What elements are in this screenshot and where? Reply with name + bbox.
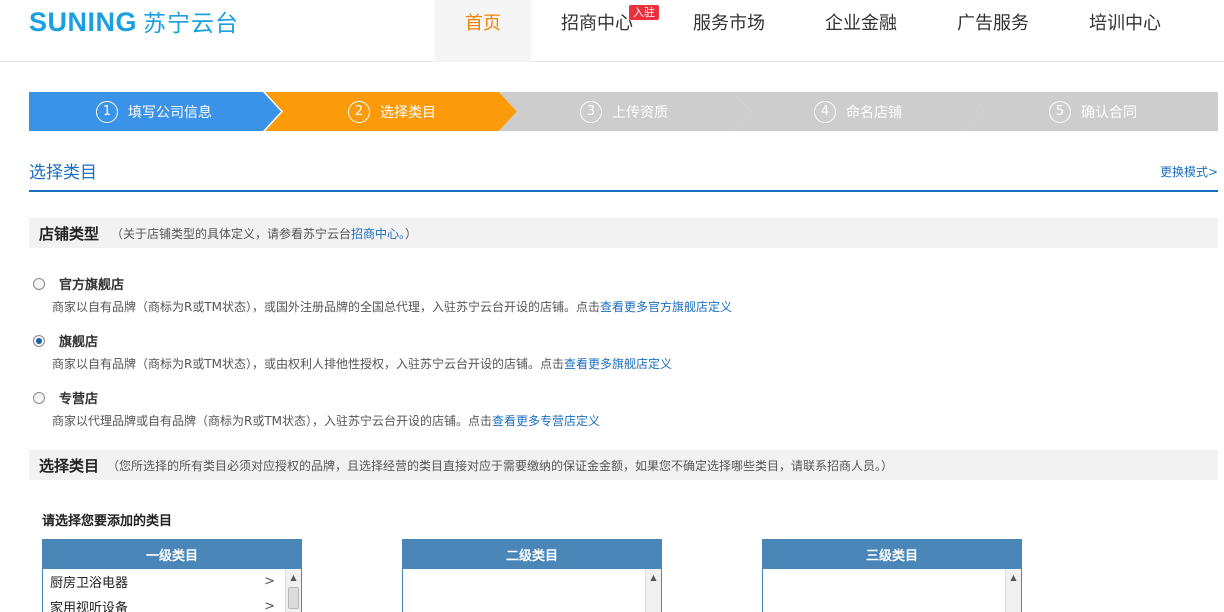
option-flagship-head: 旗舰店 [33,331,672,350]
nav-service-label: 服务市场 [693,13,765,34]
level2-list[interactable]: ▲ [403,569,661,612]
nav-training-center[interactable]: 培训中心 [1059,0,1191,62]
level1-category-box: 一级类目 厨房卫浴电器 > 家用视听设备 > ▲ [42,539,302,612]
step-3-number: 3 [580,100,602,123]
list-item-label: 厨房卫浴电器 [50,576,129,591]
option-specialty-desc-text: 商家以代理品牌或自有品牌（商标为R或TM状态），入驻苏宁云台开设的店铺。点击 [52,414,493,428]
option-official-desc: 商家以自有品牌（商标为R或TM状态），或国外注册品牌的全国总代理，入驻苏宁云台开… [52,298,732,315]
logo-text-en: SUNING [29,7,138,37]
step-3: 3 上传资质 [499,92,751,131]
step-4-label: 命名店铺 [846,104,902,121]
step-4: 4 命名店铺 [733,92,985,131]
top-header: SUNING 苏宁云台 首页 招商中心 入驻 服务市场 企业金融 广告服务 培训… [0,0,1224,62]
title-divider [29,190,1218,192]
store-type-note-prefix: （关于店铺类型的具体定义，请参看苏宁云台 [111,226,352,241]
step-2-content: 2 选择类目 [348,100,436,123]
list-item-label: 家用视听设备 [50,601,129,612]
step-5-label: 确认合同 [1081,104,1137,121]
page-title: 选择类目 [29,163,97,183]
store-type-bar: 店铺类型 （关于店铺类型的具体定义，请参看苏宁云台招商中心。） [29,218,1218,248]
store-option-official: 官方旗舰店 商家以自有品牌（商标为R或TM状态），或国外注册品牌的全国总代理，入… [33,274,732,315]
nav-service-market[interactable]: 服务市场 [663,0,795,62]
logo-text-cn: 苏宁云台 [143,11,240,37]
pick-category-title: 请选择您要添加的类目 [42,514,173,529]
scroll-thumb[interactable] [288,587,299,609]
step-4-content: 4 命名店铺 [814,100,902,123]
nav-finance-label: 企业金融 [825,13,897,34]
step-5-content: 5 确认合同 [1049,100,1137,123]
level3-scrollbar[interactable]: ▲ [1005,569,1021,612]
option-specialty-head: 专营店 [33,388,600,407]
option-flagship-desc-text: 商家以自有品牌（商标为R或TM状态），或由权利人排他性授权，入驻苏宁云台开设的店… [52,357,565,371]
step-2-number: 2 [348,100,370,123]
step-2-label: 选择类目 [380,104,436,121]
level1-header: 一级类目 [43,540,301,569]
specialty-more-link[interactable]: 查看更多专营店定义 [492,414,600,428]
nav-merchant-center[interactable]: 招商中心 入驻 [531,0,663,62]
suning-logo[interactable]: SUNING 苏宁云台 [29,4,239,37]
step-5-number: 5 [1049,100,1071,123]
radio-official-flagship[interactable] [33,277,45,290]
option-specialty-label: 专营店 [59,392,99,407]
level2-scrollbar[interactable]: ▲ [645,569,661,612]
merchant-center-link[interactable]: 招商中心。 [351,227,405,241]
nav-home[interactable]: 首页 [435,0,531,62]
radio-specialty[interactable] [33,391,45,404]
level3-category-box: 三级类目 ▲ [762,539,1022,612]
level1-scrollbar[interactable]: ▲ [285,569,301,612]
option-official-label: 官方旗舰店 [59,278,125,293]
switch-mode-link[interactable]: 更换模式> [1160,163,1218,180]
category-title: 选择类目 [39,456,100,475]
store-type-note: （关于店铺类型的具体定义，请参看苏宁云台招商中心。） [111,225,417,242]
option-flagship-desc: 商家以自有品牌（商标为R或TM状态），或由权利人排他性授权，入驻苏宁云台开设的店… [52,355,672,372]
step-1: 1 填写公司信息 [29,92,281,131]
chevron-right-icon: > [264,599,275,612]
scroll-up-icon[interactable]: ▲ [286,569,301,585]
level1-list[interactable]: 厨房卫浴电器 > 家用视听设备 > ▲ [43,569,301,612]
step-1-number: 1 [96,100,118,123]
list-item[interactable]: 家用视听设备 > [43,594,301,612]
level2-category-box: 二级类目 ▲ [402,539,662,612]
option-official-desc-text: 商家以自有品牌（商标为R或TM状态），或国外注册品牌的全国总代理，入驻苏宁云台开… [52,300,601,314]
option-flagship-label: 旗舰店 [59,335,99,350]
main-nav: 首页 招商中心 入驻 服务市场 企业金融 广告服务 培训中心 [435,0,1191,62]
store-type-note-suffix: ） [405,226,418,241]
nav-ad-label: 广告服务 [957,13,1029,34]
category-note: （您所选择的所有类目必须对应授权的品牌，且选择经营的类目直接对应于需要缴纳的保证… [107,458,894,473]
nav-ad-service[interactable]: 广告服务 [927,0,1059,62]
step-5: 5 确认合同 [967,92,1218,131]
step-2: 2 选择类目 [265,92,517,131]
step-1-label: 填写公司信息 [128,104,212,121]
store-type-title: 店铺类型 [39,224,100,243]
store-option-specialty: 专营店 商家以代理品牌或自有品牌（商标为R或TM状态），入驻苏宁云台开设的店铺。… [33,388,600,429]
step-1-content: 1 填写公司信息 [96,100,212,123]
nav-home-label: 首页 [465,13,501,34]
nav-training-label: 培训中心 [1089,13,1161,34]
option-official-head: 官方旗舰店 [33,274,732,293]
flagship-more-link[interactable]: 查看更多旗舰店定义 [564,357,672,371]
list-item[interactable]: 厨房卫浴电器 > [43,569,301,594]
step-3-content: 3 上传资质 [580,100,668,123]
nav-merchant-label: 招商中心 [561,13,633,34]
scroll-up-icon[interactable]: ▲ [646,569,661,585]
official-more-link[interactable]: 查看更多官方旗舰店定义 [600,300,732,314]
step-4-number: 4 [814,100,836,123]
chevron-right-icon: > [264,574,275,589]
category-bar: 选择类目 （您所选择的所有类目必须对应授权的品牌，且选择经营的类目直接对应于需要… [29,450,1218,480]
store-option-flagship: 旗舰店 商家以自有品牌（商标为R或TM状态），或由权利人排他性授权，入驻苏宁云台… [33,331,672,372]
radio-flagship[interactable] [33,334,45,347]
step-3-label: 上传资质 [612,104,668,121]
level2-header: 二级类目 [403,540,661,569]
step-progress: 1 填写公司信息 2 选择类目 3 上传资质 4 命名店铺 5 确认合同 [29,92,1218,131]
level3-header: 三级类目 [763,540,1021,569]
scroll-up-icon[interactable]: ▲ [1006,569,1021,585]
level3-list[interactable]: ▲ [763,569,1021,612]
option-specialty-desc: 商家以代理品牌或自有品牌（商标为R或TM状态），入驻苏宁云台开设的店铺。点击查看… [52,412,600,429]
join-badge: 入驻 [629,5,659,20]
nav-enterprise-finance[interactable]: 企业金融 [795,0,927,62]
